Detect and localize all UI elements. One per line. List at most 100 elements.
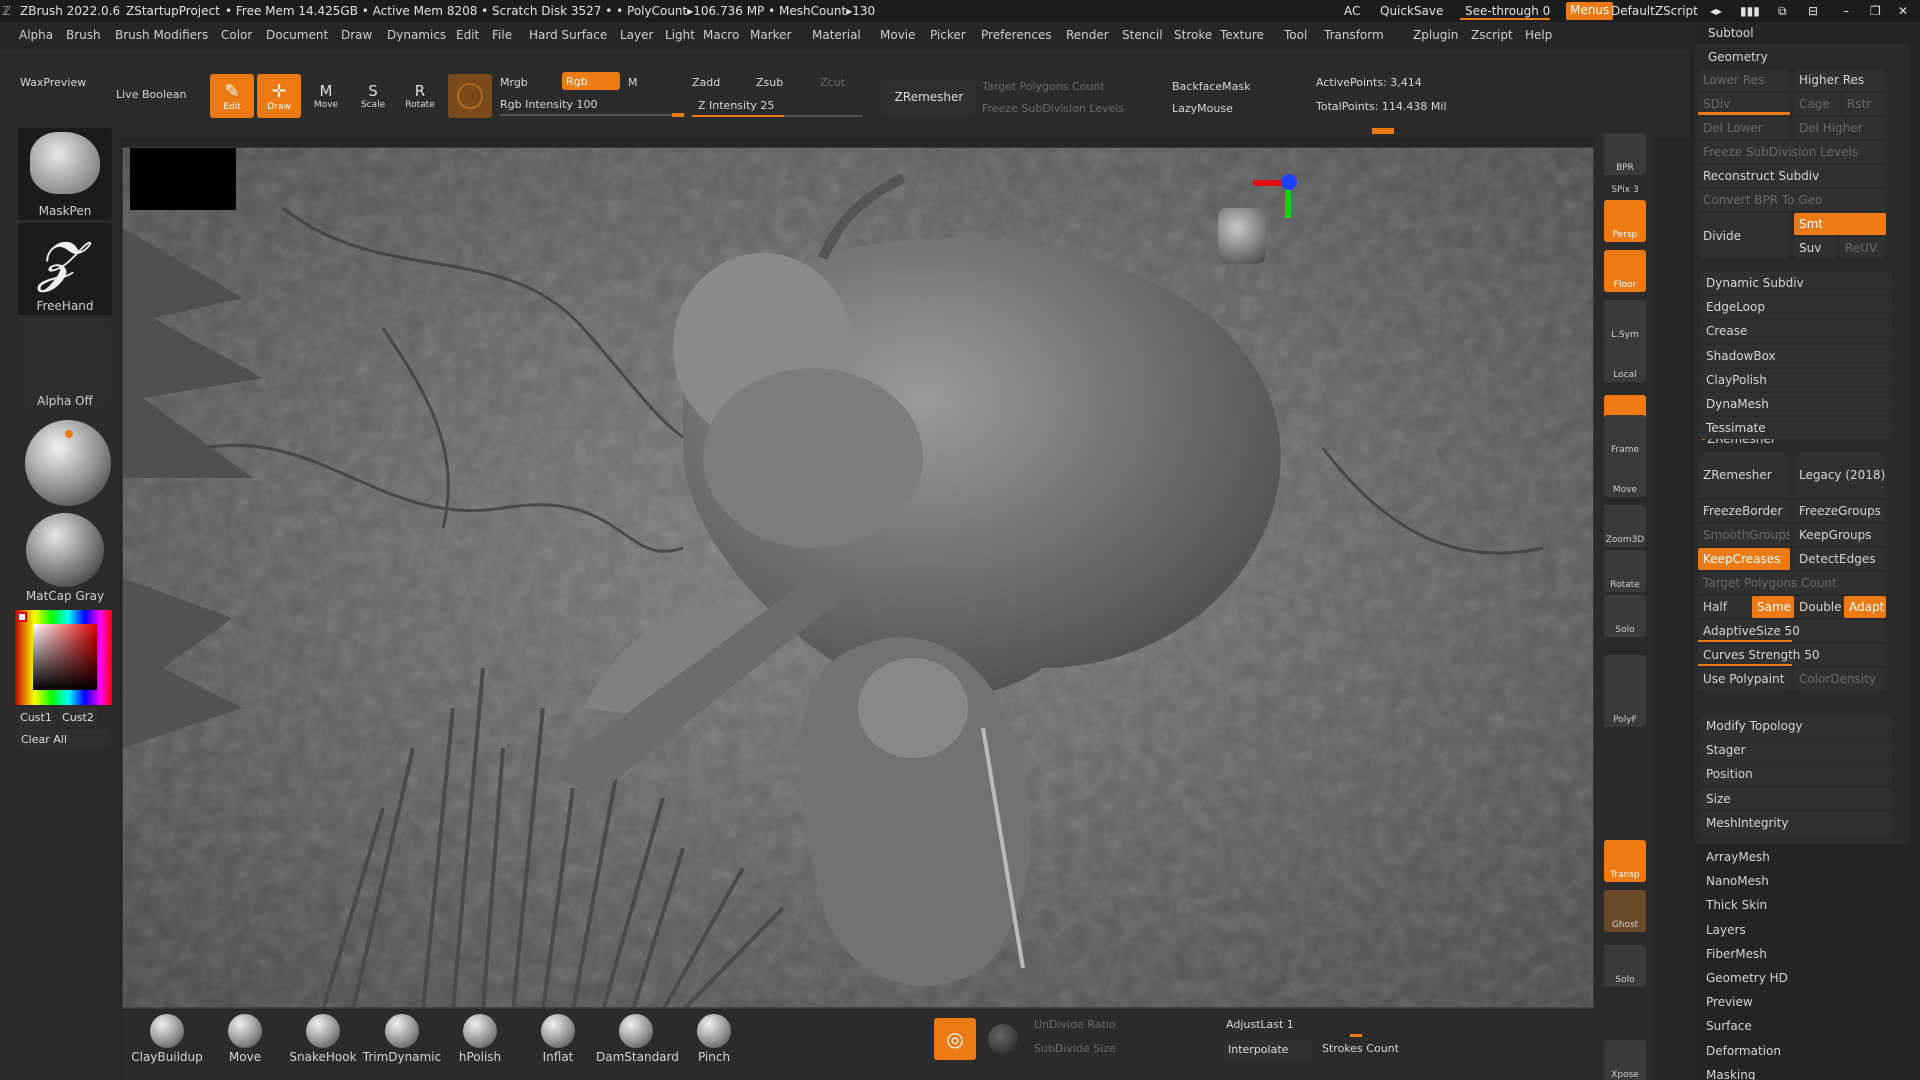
minimize-icon[interactable]: – xyxy=(1843,4,1849,18)
maskpen-brush-slot[interactable]: MaskPen xyxy=(18,128,112,220)
convert-bpr-button[interactable]: Convert BPR To Geo xyxy=(1698,189,1886,211)
brush-damstandard-button[interactable]: DamStandard xyxy=(596,1014,679,1064)
menu-tool[interactable]: Tool xyxy=(1284,28,1307,42)
navigation-thumbnail[interactable] xyxy=(130,148,236,210)
rgb-intensity-slider[interactable]: Rgb Intensity 100 xyxy=(500,98,597,111)
right-shelf-rotate-button[interactable]: Rotate xyxy=(1604,550,1646,592)
palette-surface-button[interactable]: Surface xyxy=(1706,1019,1752,1033)
del-lower-button[interactable]: Del Lower xyxy=(1698,117,1790,139)
palette-edgeloop-button[interactable]: EdgeLoop xyxy=(1700,296,1892,319)
texture-sphere-slot[interactable] xyxy=(25,420,111,506)
right-shelf-local-button[interactable]: Local xyxy=(1604,340,1646,382)
menu-brush-modifiers[interactable]: Brush Modifiers xyxy=(115,28,208,42)
palette-claypolish-button[interactable]: ClayPolish xyxy=(1700,368,1892,391)
right-shelf-zoom3d-button[interactable]: Zoom3D xyxy=(1604,505,1646,547)
restore-icon[interactable]: ❐ xyxy=(1870,4,1881,18)
menu-movie[interactable]: Movie xyxy=(880,28,916,42)
menu-picker[interactable]: Picker xyxy=(930,28,966,42)
menu-brush[interactable]: Brush xyxy=(66,28,101,42)
brush-move-button[interactable]: Move xyxy=(205,1014,285,1064)
adjustlast-handle[interactable] xyxy=(1350,1034,1362,1037)
strokes-count-slider[interactable]: Strokes Count xyxy=(1322,1042,1399,1055)
right-shelf-floor-button[interactable]: Floor xyxy=(1604,250,1646,292)
cust2-button[interactable]: Cust2 xyxy=(59,708,97,726)
menu-stroke[interactable]: Stroke xyxy=(1174,28,1212,42)
right-shelf-l-sym-button[interactable]: L.Sym xyxy=(1604,300,1646,342)
menu-document[interactable]: Document xyxy=(266,28,328,42)
mrgb-button[interactable]: Mrgb xyxy=(500,76,528,89)
reconstruct-subdiv-button[interactable]: Reconstruct Subdiv xyxy=(1698,165,1886,187)
brush-snakehook-button[interactable]: SnakeHook xyxy=(283,1014,363,1064)
rotate-mode-button[interactable]: R Rotate xyxy=(398,74,442,118)
palette-position-button[interactable]: Position xyxy=(1700,763,1892,786)
menu-layer[interactable]: Layer xyxy=(620,28,653,42)
keepcreases-toggle[interactable]: KeepCreases xyxy=(1698,548,1790,570)
matcap-slot[interactable]: MatCap Gray xyxy=(18,513,112,605)
zsub-button[interactable]: Zsub xyxy=(756,76,783,89)
rstr-button[interactable]: Rstr xyxy=(1842,93,1886,115)
menu-transform[interactable]: Transform xyxy=(1324,28,1384,42)
layout-icon[interactable]: ◂▸ xyxy=(1710,4,1722,18)
interpolate-toggle[interactable]: Interpolate xyxy=(1224,1040,1312,1058)
draw-size-dynamic-button[interactable]: ◎ xyxy=(934,1018,976,1060)
palette-masking-button[interactable]: Masking xyxy=(1706,1068,1755,1080)
lazymouse-button[interactable]: LazyMouse xyxy=(1172,102,1233,115)
palette-arraymesh-button[interactable]: ArrayMesh xyxy=(1706,850,1770,864)
freeze-subdivision-levels-button[interactable]: Freeze SubDivision Levels xyxy=(1698,141,1886,163)
cage-button[interactable]: Cage xyxy=(1794,93,1840,115)
palette-thick-skin-button[interactable]: Thick Skin xyxy=(1706,898,1767,912)
z-intensity-slider[interactable]: Z Intensity 25 xyxy=(698,99,774,112)
lower-res-button[interactable]: Lower Res xyxy=(1698,69,1790,91)
menu-dynamics[interactable]: Dynamics xyxy=(387,28,446,42)
reuv-toggle[interactable]: ReUV xyxy=(1840,237,1886,259)
palette-nanomesh-button[interactable]: NanoMesh xyxy=(1706,874,1769,888)
right-shelf-xpose-button[interactable]: Xpose xyxy=(1604,1040,1646,1080)
undivide-ratio-slider[interactable]: UnDivide Ratio xyxy=(1034,1018,1116,1031)
menu-zplugin[interactable]: Zplugin xyxy=(1413,28,1458,42)
brush-pinch-button[interactable]: Pinch xyxy=(674,1014,754,1064)
del-higher-button[interactable]: Del Higher xyxy=(1794,117,1886,139)
brush-trimdynamic-button[interactable]: TrimDynamic xyxy=(362,1014,442,1064)
palette-fibermesh-button[interactable]: FiberMesh xyxy=(1706,947,1767,961)
half-button[interactable]: Half xyxy=(1698,596,1758,618)
geometry-section-header[interactable]: Geometry xyxy=(1708,50,1768,64)
menu-texture[interactable]: Texture xyxy=(1220,28,1264,42)
quicksave-button[interactable]: QuickSave xyxy=(1380,4,1443,18)
right-shelf-polyf-button[interactable]: PolyF xyxy=(1604,685,1646,727)
zremesher-button[interactable]: ZRemesher xyxy=(1698,452,1790,498)
double-button[interactable]: Double xyxy=(1794,596,1844,618)
same-button[interactable]: Same xyxy=(1752,596,1794,618)
palette-crease-button[interactable]: Crease xyxy=(1700,320,1892,343)
edit-mode-button[interactable]: ✎ Edit xyxy=(210,74,254,118)
adaptivesize-slider[interactable]: AdaptiveSize 50 xyxy=(1698,620,1886,642)
clear-all-button[interactable]: Clear All xyxy=(17,730,111,748)
cust1-button[interactable]: Cust1 xyxy=(17,708,55,726)
m-button[interactable]: M xyxy=(628,76,638,89)
menu-edit[interactable]: Edit xyxy=(456,28,479,42)
scale-mode-button[interactable]: S Scale xyxy=(351,74,395,118)
menu-file[interactable]: File xyxy=(492,28,512,42)
material-color-swatch[interactable] xyxy=(448,74,492,118)
menu-marker[interactable]: Marker xyxy=(750,28,791,42)
color-picker[interactable] xyxy=(15,610,112,705)
adjustlast-slider[interactable]: AdjustLast 1 xyxy=(1226,1018,1294,1031)
adapt-button[interactable]: Adapt xyxy=(1844,596,1886,618)
right-shelf-frame-button[interactable]: Frame xyxy=(1604,415,1646,457)
palette-stager-button[interactable]: Stager xyxy=(1700,739,1892,762)
zadd-button[interactable]: Zadd xyxy=(692,76,720,89)
detectedges-toggle[interactable]: DetectEdges xyxy=(1794,548,1886,570)
zremesher-top-button[interactable]: ZRemesher xyxy=(882,80,976,114)
palette-geometry-hd-button[interactable]: Geometry HD xyxy=(1706,971,1788,985)
menu-material[interactable]: Material xyxy=(812,28,861,42)
right-shelf-ghost-button[interactable]: Ghost xyxy=(1604,890,1646,932)
menu-zscript[interactable]: Zscript xyxy=(1471,28,1513,42)
menu-macro[interactable]: Macro xyxy=(703,28,739,42)
subtool-section-header[interactable]: Subtool xyxy=(1708,26,1754,40)
use-polypaint-toggle[interactable]: Use Polypaint xyxy=(1698,668,1790,690)
menu-light[interactable]: Light xyxy=(665,28,695,42)
draw-mode-button[interactable]: ✛ Draw xyxy=(257,74,301,118)
palette-size-button[interactable]: Size xyxy=(1700,787,1892,810)
brush-inflat-button[interactable]: Inflat xyxy=(518,1014,598,1064)
default-zscript-button[interactable]: DefaultZScript xyxy=(1611,4,1698,18)
brush-hpolish-button[interactable]: hPolish xyxy=(440,1014,520,1064)
